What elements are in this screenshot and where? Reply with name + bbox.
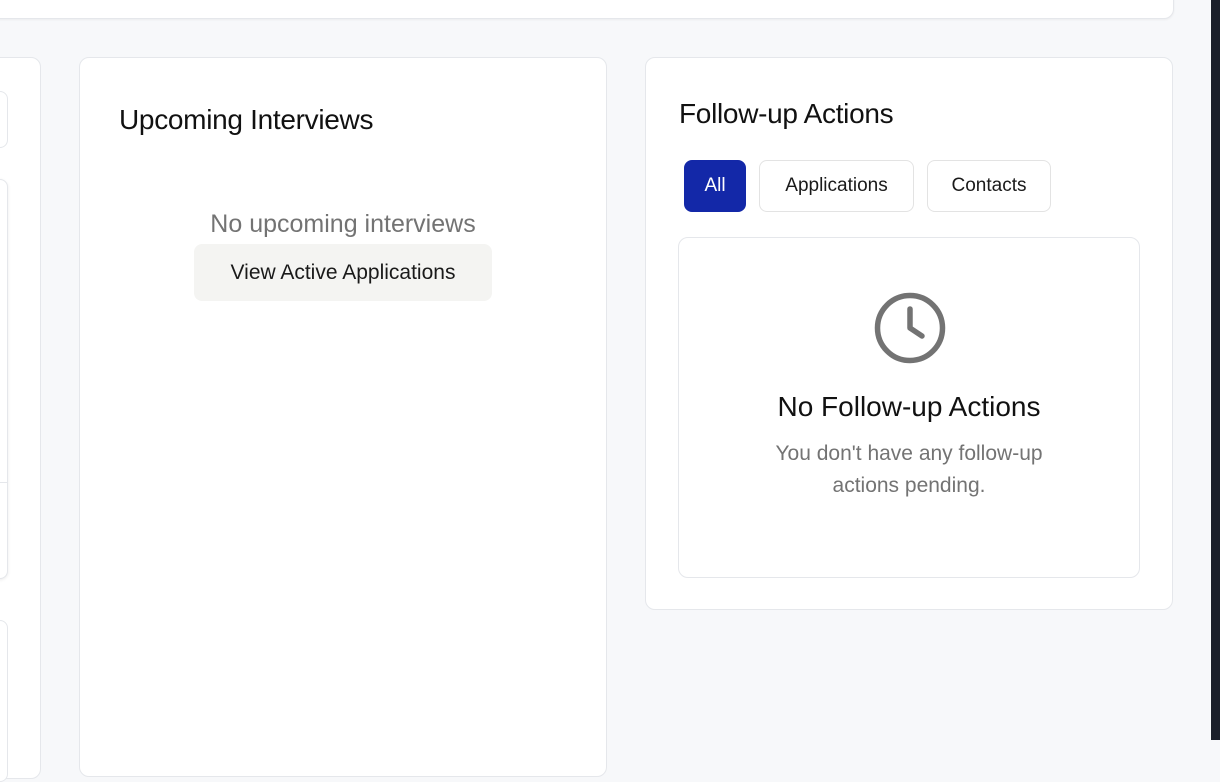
- empty-state-description: You don't have any follow-up actions pen…: [775, 442, 1043, 497]
- tab-all[interactable]: All: [684, 160, 746, 212]
- upcoming-interviews-title: Upcoming Interviews: [119, 104, 374, 135]
- tab-contacts[interactable]: Contacts: [927, 160, 1051, 212]
- clock-icon: [874, 292, 946, 364]
- empty-state-title: No Follow-up Actions: [777, 391, 1041, 422]
- left-panel-list-item: [0, 620, 8, 782]
- no-interviews-text: No upcoming interviews: [210, 210, 476, 238]
- top-card: [0, 0, 1174, 19]
- tab-applications[interactable]: Applications: [759, 160, 914, 212]
- view-active-applications-button[interactable]: View Active Applications: [194, 244, 492, 301]
- left-panel-input[interactable]: [0, 91, 8, 148]
- follow-up-actions-card: Follow-up Actions All Applications Conta…: [645, 57, 1173, 610]
- window-edge: [1211, 0, 1220, 740]
- follow-up-empty-state: No Follow-up Actions You don't have any …: [678, 237, 1140, 578]
- follow-up-actions-title: Follow-up Actions: [679, 98, 894, 129]
- upcoming-interviews-card: Upcoming Interviews No upcoming intervie…: [79, 57, 607, 777]
- left-panel-list: [0, 179, 8, 579]
